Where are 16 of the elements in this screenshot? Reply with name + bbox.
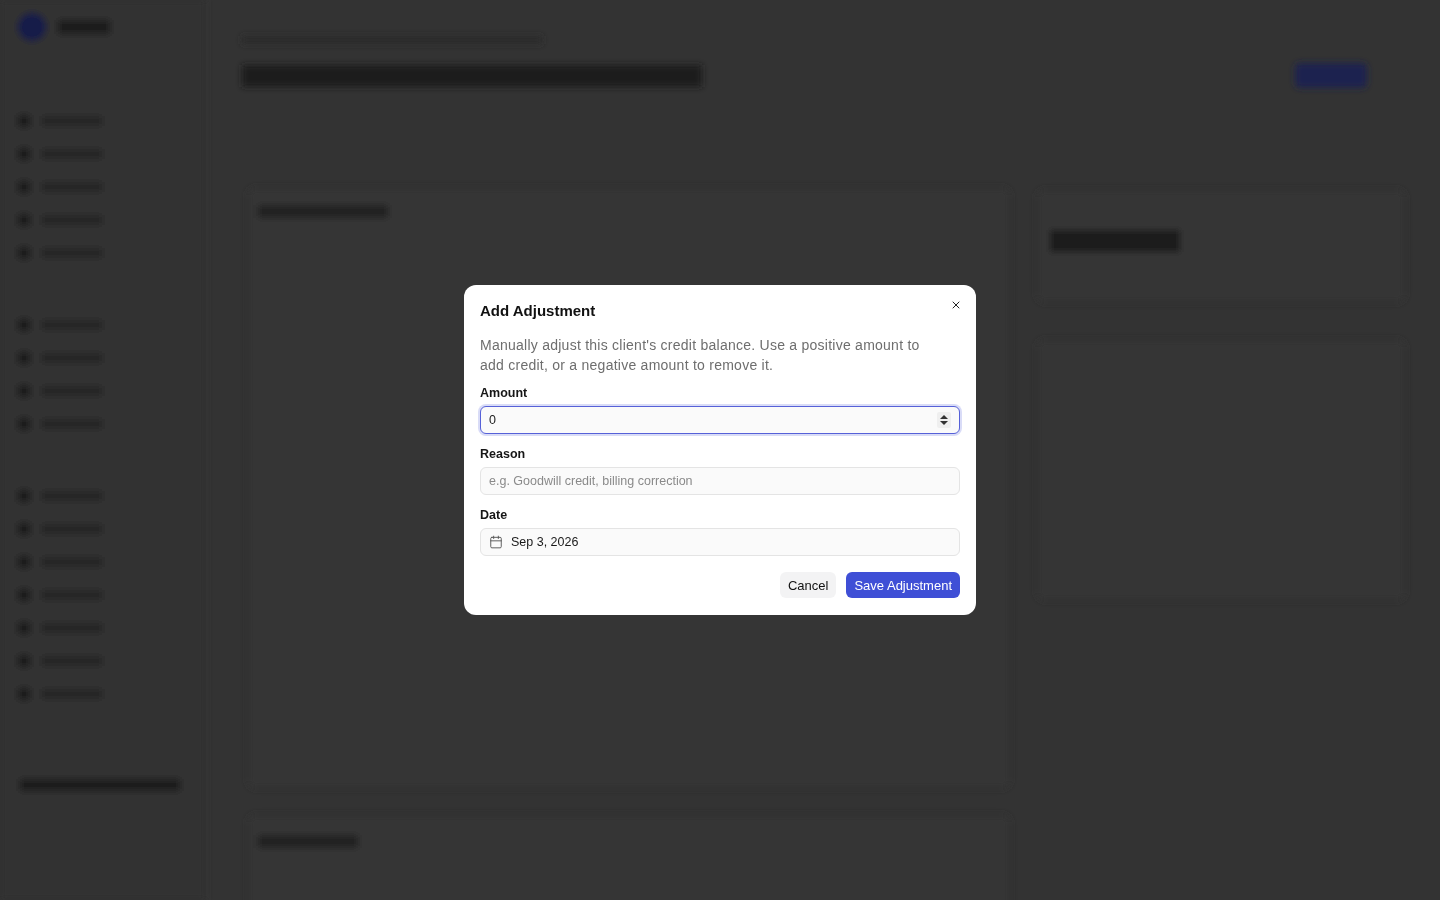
field-label: Date xyxy=(480,507,509,524)
text-field[interactable]: e.g. Goodwill credit, billing correction xyxy=(480,467,960,495)
close-icon xyxy=(950,299,962,311)
dialog-description: Manually adjust this client's credit balance. Use a positive amount to add credit, or a negative amount to remove it. xyxy=(480,336,921,375)
dialog-title: Add Adjustment xyxy=(480,301,596,321)
amount-input: 0 xyxy=(489,413,929,427)
save-button[interactable]: Save Adjustment xyxy=(846,572,960,598)
number-field[interactable]: 0 xyxy=(480,406,960,434)
stepper-icon[interactable] xyxy=(937,412,951,428)
calendar-icon xyxy=(489,535,503,549)
date-field[interactable]: Sep 3, 2026 xyxy=(480,528,960,556)
reason-input: e.g. Goodwill credit, billing correction xyxy=(489,474,951,488)
cancel-button[interactable]: Cancel xyxy=(779,572,837,598)
date-value: Sep 3, 2026 xyxy=(511,535,579,549)
field-label: Amount xyxy=(480,385,529,402)
field-label: Reason xyxy=(480,446,527,463)
